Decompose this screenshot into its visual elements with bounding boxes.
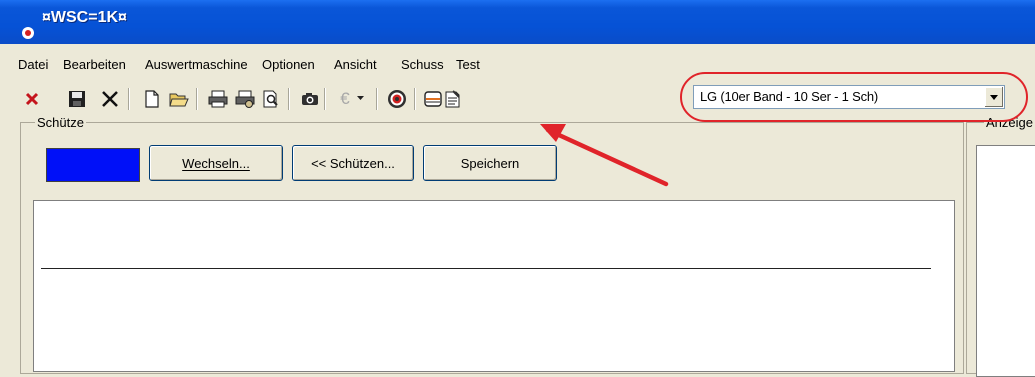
toolbar-separator xyxy=(128,88,130,110)
discipline-select[interactable]: LG (10er Band - 10 Ser - 1 Sch) xyxy=(693,85,1005,109)
toolbar-separator xyxy=(324,88,326,110)
save-disk-icon[interactable] xyxy=(64,86,90,112)
menu-schuss[interactable]: Schuss xyxy=(401,57,444,72)
shooter-color-swatch[interactable] xyxy=(46,148,140,182)
target-icon[interactable] xyxy=(384,86,410,112)
shooter-group-label: Schütze xyxy=(35,115,86,130)
display-group-label: Anzeige xyxy=(984,115,1035,130)
change-button-label: Wechseln... xyxy=(182,155,250,171)
save-button-label: Speichern xyxy=(460,155,520,171)
change-button[interactable]: Wechseln... xyxy=(149,145,283,181)
toolbar-separator xyxy=(376,88,378,110)
shooter-info-area xyxy=(33,200,955,372)
print-setup-icon[interactable] xyxy=(232,86,258,112)
print-icon[interactable] xyxy=(205,86,231,112)
display-area xyxy=(976,145,1035,377)
save-button[interactable]: Speichern xyxy=(423,145,557,181)
properties-icon[interactable] xyxy=(440,86,466,112)
divider-line xyxy=(41,268,931,269)
toolbar-separator xyxy=(414,88,416,110)
shooters-button-label: << Schützen... xyxy=(311,155,395,171)
euro-dropdown-arrow-icon[interactable] xyxy=(354,86,368,112)
delete-x-icon[interactable] xyxy=(97,86,123,112)
toolbar-separator xyxy=(196,88,198,110)
toolbar-separator xyxy=(288,88,290,110)
shooters-button[interactable]: << Schützen... xyxy=(292,145,414,181)
window-title: ¤WSC=1K¤ xyxy=(42,9,127,26)
discipline-select-value: LG (10er Band - 10 Ser - 1 Sch) xyxy=(700,89,879,104)
title-bar[interactable]: ¤WSC=1K¤ xyxy=(0,0,1035,44)
app-icon[interactable] xyxy=(22,27,34,39)
close-red-x-icon[interactable] xyxy=(19,86,45,112)
menu-datei[interactable]: Datei xyxy=(18,57,48,72)
menu-optionen[interactable]: Optionen xyxy=(262,57,315,72)
menu-bar: Datei Bearbeiten Auswertmaschine Optione… xyxy=(0,54,1035,76)
open-folder-icon[interactable] xyxy=(166,86,192,112)
camera-icon[interactable] xyxy=(297,86,323,112)
chevron-down-icon[interactable] xyxy=(984,87,1003,107)
menu-bearbeiten[interactable]: Bearbeiten xyxy=(63,57,126,72)
menu-ansicht[interactable]: Ansicht xyxy=(334,57,377,72)
menu-test[interactable]: Test xyxy=(456,57,480,72)
print-preview-icon[interactable] xyxy=(258,86,284,112)
new-document-icon[interactable] xyxy=(139,86,165,112)
menu-auswertmaschine[interactable]: Auswertmaschine xyxy=(145,57,248,72)
